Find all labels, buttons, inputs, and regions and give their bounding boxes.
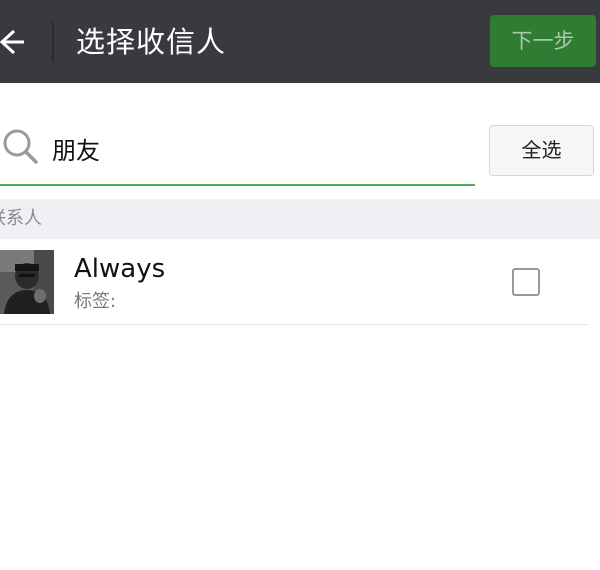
back-arrow-icon (0, 29, 24, 55)
contacts-section-header: 联系人 (0, 199, 600, 239)
contact-tag-label: 标签: (74, 291, 117, 312)
contact-row[interactable]: Always 标签: (0, 240, 600, 326)
next-step-button[interactable]: 下一步 (490, 15, 596, 67)
top-navigation-bar: 选择收信人 下一步 (0, 0, 600, 83)
nav-divider (52, 22, 54, 62)
contact-checkbox[interactable] (512, 268, 540, 296)
avatar (0, 250, 54, 314)
back-button[interactable] (0, 20, 40, 64)
select-all-button[interactable]: 全选 (489, 125, 594, 176)
row-divider (0, 324, 588, 325)
search-bar (0, 118, 475, 186)
avatar-image (0, 250, 54, 314)
contact-name: Always (74, 254, 166, 284)
search-icon (3, 129, 38, 164)
select-recipient-screen: 选择收信人 下一步 全选 联系人 Always 标签: (0, 0, 600, 570)
section-label: 联系人 (0, 208, 42, 229)
page-title: 选择收信人 (76, 25, 227, 59)
search-input[interactable] (52, 128, 452, 168)
